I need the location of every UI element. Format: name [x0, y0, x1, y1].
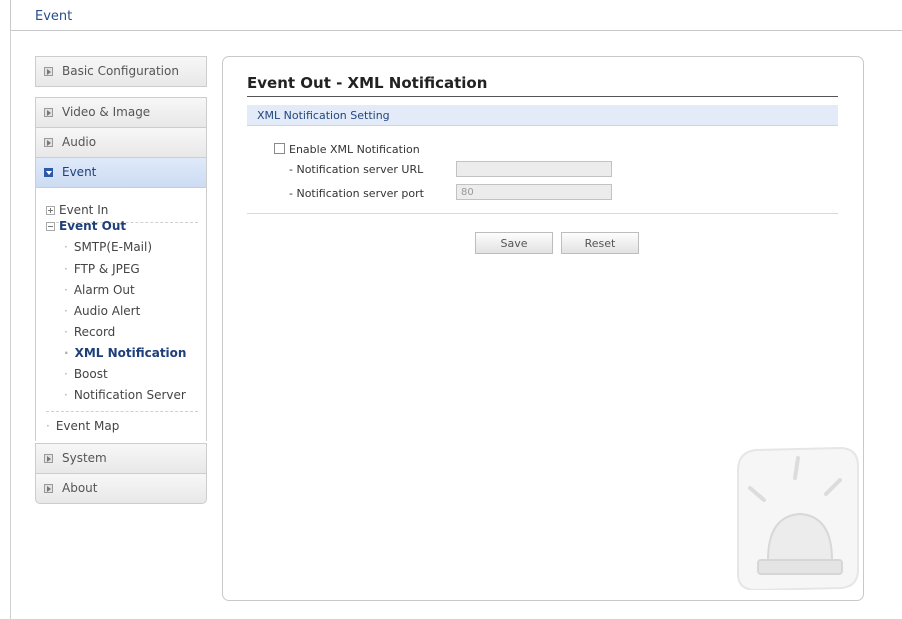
form-divider — [247, 213, 838, 214]
tree-item-event-out[interactable]: Event Out — [46, 219, 126, 233]
page-header-title: Event — [35, 9, 73, 24]
divider — [46, 411, 198, 412]
collapsed-arrow-icon — [44, 484, 53, 493]
notification-server-port-input[interactable] — [456, 184, 612, 200]
submenu-item-label: Record — [73, 325, 116, 339]
submenu-item-label: Notification Server — [73, 388, 186, 402]
submenu-item-boost[interactable]: · Boost — [64, 367, 108, 381]
section-title: XML Notification Setting — [257, 109, 390, 122]
collapsed-arrow-icon — [44, 454, 53, 463]
tree-plus-icon — [46, 206, 55, 215]
tree-minus-icon — [46, 222, 55, 231]
enable-xml-notification-label: Enable XML Notification — [289, 143, 420, 156]
submenu-item-label: Audio Alert — [73, 304, 141, 318]
sidebar-item-label: Video & Image — [62, 105, 151, 119]
submenu-item-event-map[interactable]: · Event Map — [46, 419, 119, 433]
expanded-arrow-icon — [44, 168, 53, 177]
submenu-item-smtp[interactable]: · SMTP(E-Mail) — [64, 240, 152, 254]
notification-server-port-label: - Notification server port — [289, 187, 424, 200]
alarm-light-icon — [737, 446, 859, 590]
submenu-item-label: Alarm Out — [73, 283, 135, 297]
sidebar-item-event[interactable]: Event — [35, 157, 207, 188]
collapsed-arrow-icon — [44, 138, 53, 147]
submenu-item-record[interactable]: · Record — [64, 325, 115, 339]
sidebar-item-label: Event — [62, 165, 97, 179]
page-title: Event Out - XML Notification — [247, 74, 488, 92]
section-header: XML Notification Setting — [247, 105, 838, 126]
sidebar-item-label: Audio — [62, 135, 97, 149]
notification-server-url-input[interactable] — [456, 161, 612, 177]
submenu-item-label: FTP & JPEG — [73, 262, 140, 276]
tree-item-label: Event In — [59, 203, 109, 217]
collapsed-arrow-icon — [44, 108, 53, 117]
save-button[interactable]: Save — [475, 232, 553, 254]
submenu-item-label: Boost — [73, 367, 108, 381]
sidebar-item-label: About — [62, 481, 98, 495]
submenu-item-alarm-out[interactable]: · Alarm Out — [64, 283, 135, 297]
title-divider — [247, 96, 838, 97]
sidebar-item-audio[interactable]: Audio — [35, 127, 207, 158]
left-border — [10, 30, 11, 619]
submenu-item-xml-notification[interactable]: · XML Notification — [64, 346, 186, 360]
event-submenu: Event In Event Out · SMTP(E-Mail) · FTP & … — [35, 188, 207, 441]
submenu-item-audio-alert[interactable]: · Audio Alert — [64, 304, 140, 318]
submenu-item-label: SMTP(E-Mail) — [73, 240, 153, 254]
collapsed-arrow-icon — [44, 67, 53, 76]
notification-server-url-label: - Notification server URL — [289, 163, 424, 176]
sidebar-item-video-image[interactable]: Video & Image — [35, 97, 207, 128]
sidebar-item-about[interactable]: About — [35, 473, 207, 504]
sidebar-item-label: System — [62, 451, 107, 465]
submenu-item-label: Event Map — [55, 419, 120, 433]
sidebar-item-basic-configuration[interactable]: Basic Configuration — [35, 56, 207, 87]
enable-xml-notification-checkbox[interactable] — [274, 143, 285, 154]
content-panel: Event Out - XML Notification XML Notific… — [222, 56, 864, 601]
sidebar-item-system[interactable]: System — [35, 443, 207, 474]
reset-button[interactable]: Reset — [561, 232, 639, 254]
top-bar: Event — [10, 0, 902, 31]
sidebar-item-label: Basic Configuration — [62, 64, 179, 78]
submenu-item-ftp-jpeg[interactable]: · FTP & JPEG — [64, 262, 140, 276]
submenu-item-label: XML Notification — [74, 346, 187, 360]
tree-item-event-in[interactable]: Event In — [46, 203, 108, 217]
tree-item-label: Event Out — [59, 219, 127, 233]
submenu-item-notification-server[interactable]: · Notification Server — [64, 388, 186, 402]
